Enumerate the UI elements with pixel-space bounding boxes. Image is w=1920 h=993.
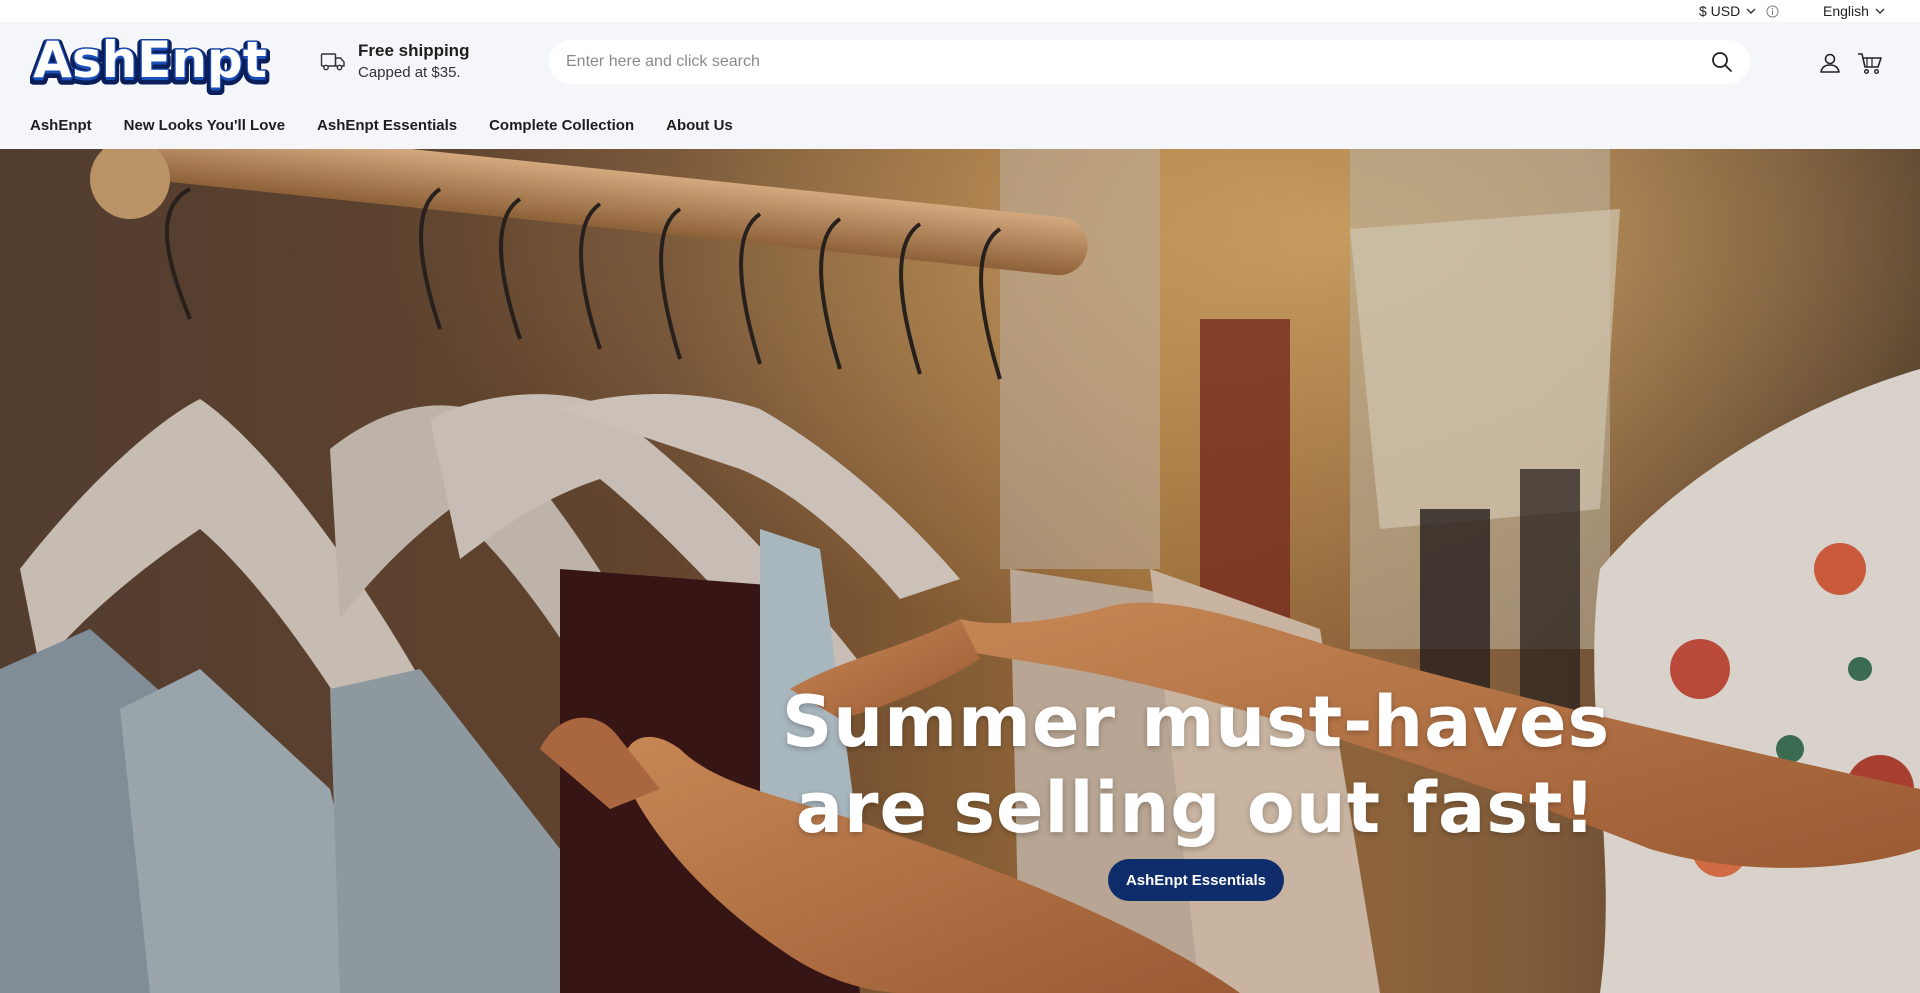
nav-item-new-looks[interactable]: New Looks You'll Love [124,117,285,134]
currency-selector[interactable]: $ USD [1699,3,1779,19]
hero-headline: Summer must-haves are selling out fast! [770,679,1622,851]
language-selector[interactable]: English [1823,3,1885,19]
shipping-subtitle: Capped at $35. [358,64,461,81]
hero-headline-line-1: Summer must-haves [781,681,1611,763]
logo[interactable]: AshEnpt AshEnpt [30,30,270,96]
utility-bar: $ USD English [0,0,1920,22]
language-label: English [1823,3,1869,19]
free-shipping-notice: Free shipping Capped at $35. [320,40,469,84]
truck-icon [320,53,345,71]
nav-item-complete-collection[interactable]: Complete Collection [489,117,634,134]
nav-item-about-us[interactable]: About Us [666,117,733,134]
user-icon[interactable] [1818,51,1842,75]
chevron-down-icon [1746,8,1756,14]
currency-label: $ USD [1699,3,1741,19]
nav-item-ashenpt[interactable]: AshEnpt [30,117,92,134]
hero-cta-button[interactable]: AshEnpt Essentials [1108,859,1284,901]
hero-banner: Summer must-haves are selling out fast! … [0,149,1920,993]
site-header: AshEnpt AshEnpt Free shipping Capped at … [0,22,1920,149]
hero-image [0,149,1920,993]
hero-headline-line-2: are selling out fast! [795,767,1597,849]
search-icon[interactable] [1710,50,1734,74]
search-bar [549,40,1750,84]
search-input[interactable] [566,53,1710,71]
cart-icon[interactable] [1857,51,1883,75]
shipping-title: Free shipping [358,41,470,60]
svg-text:AshEnpt: AshEnpt [33,31,267,89]
chevron-down-icon [1875,8,1885,14]
nav-item-essentials[interactable]: AshEnpt Essentials [317,117,457,134]
main-nav: AshEnpt New Looks You'll Love AshEnpt Es… [30,117,733,134]
info-icon[interactable] [1766,4,1779,18]
